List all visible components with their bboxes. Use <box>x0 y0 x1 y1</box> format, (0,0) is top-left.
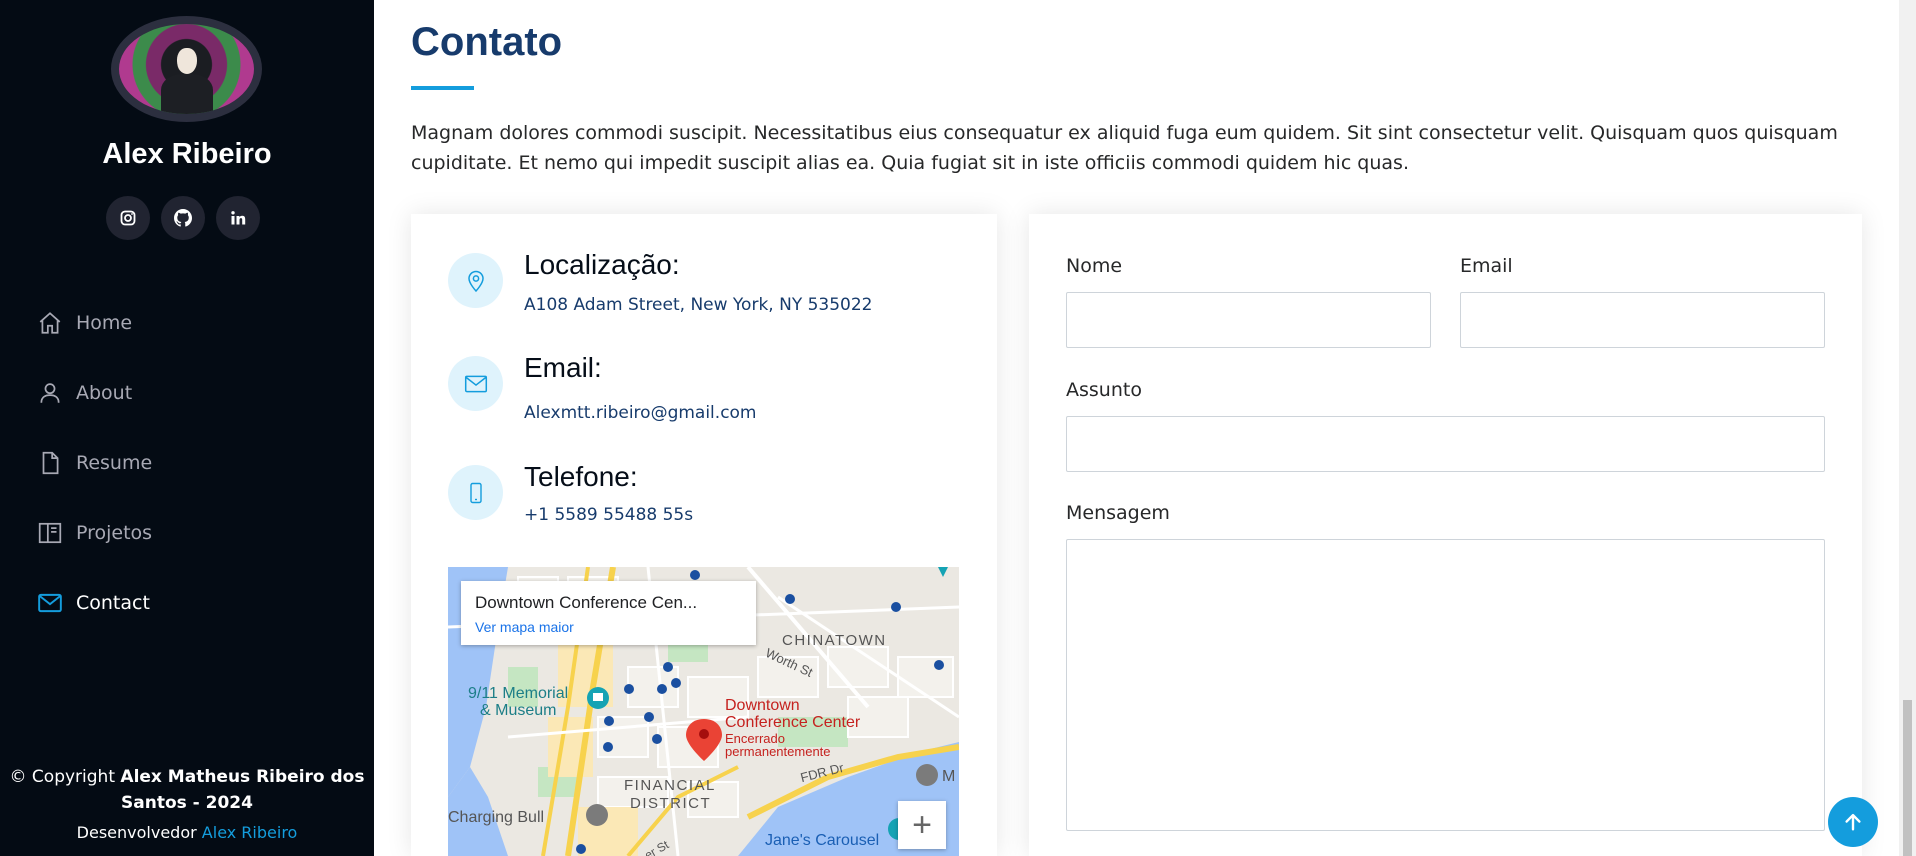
envelope-icon <box>448 356 503 411</box>
location-text: A108 Adam Street, New York, NY 535022 <box>524 295 873 315</box>
nav-label-contact: Contact <box>76 592 150 614</box>
map-place-card: Downtown Conference Cen... Ver mapa maio… <box>461 581 756 645</box>
file-icon <box>36 449 64 477</box>
developer-credit: Desenvolvedor Alex Ribeiro <box>0 820 374 846</box>
map-label-memorial-1: 9/11 Memorial <box>468 685 569 702</box>
email-field[interactable] <box>1460 292 1825 348</box>
nav-item-home[interactable]: Home <box>36 288 152 358</box>
nav-label-resume: Resume <box>76 452 153 474</box>
profile-name: Alex Ribeiro <box>102 138 272 170</box>
github-link[interactable] <box>161 196 205 240</box>
social-links <box>106 196 260 240</box>
email-text[interactable]: Alexmtt.ribeiro@gmail.com <box>524 403 757 423</box>
main-nav: Home About Resume Projetos Contact <box>36 288 152 638</box>
map-label-janes-carousel: Jane's Carousel <box>765 832 880 849</box>
nav-item-about[interactable]: About <box>36 358 152 428</box>
message-textarea[interactable] <box>1066 539 1825 831</box>
larger-map-link[interactable]: Ver mapa maior <box>475 619 742 635</box>
arrow-up-icon <box>1845 813 1861 831</box>
github-icon <box>174 209 192 227</box>
sidebar: Alex Ribeiro Home About Resume Projetos … <box>0 0 374 856</box>
nav-label-about: About <box>76 382 133 404</box>
developer-link[interactable]: Alex Ribeiro <box>202 823 298 842</box>
map-label-financial-2: DISTRICT <box>630 795 712 812</box>
map-label-pin-2: Conference Center <box>725 714 861 731</box>
linkedin-link[interactable] <box>216 196 260 240</box>
phone-text: +1 5589 55488 55s <box>524 505 694 525</box>
section-title: Contato <box>411 20 563 64</box>
map-label-charging-bull: Charging Bull <box>448 809 545 826</box>
instagram-icon <box>120 210 136 226</box>
contact-info-card: Localização: A108 Adam Street, New York,… <box>411 214 997 856</box>
subject-label: Assunto <box>1066 379 1142 401</box>
avatar <box>111 16 262 122</box>
email-title: Email: <box>524 352 602 383</box>
map-label-memorial-2: & Museum <box>480 702 557 719</box>
section-intro: Magnam dolores commodi suscipit. Necessi… <box>411 122 1838 174</box>
book-icon <box>36 519 64 547</box>
nav-label-home: Home <box>76 312 133 334</box>
map-place-name: Downtown Conference Cen... <box>475 593 698 612</box>
sidebar-footer: © Copyright Alex Matheus Ribeiro dos San… <box>0 764 374 846</box>
message-label: Mensagem <box>1066 502 1170 524</box>
scrollbar-thumb[interactable] <box>1903 700 1912 856</box>
copyright-prefix: © Copyright <box>9 767 115 787</box>
map-label-financial-1: FINANCIAL <box>624 777 716 794</box>
location-title: Localização: <box>524 249 680 280</box>
back-to-top-button[interactable] <box>1828 797 1878 847</box>
phone-title: Telefone: <box>524 461 638 492</box>
instagram-link[interactable] <box>106 196 150 240</box>
nav-label-projetos: Projetos <box>76 522 153 544</box>
envelope-icon <box>36 589 64 617</box>
nav-item-resume[interactable]: Resume <box>36 428 152 498</box>
location-pin-icon <box>448 253 503 308</box>
copyright-owner: Alex Matheus Ribeiro dos Santos - 2024 <box>120 767 365 813</box>
subject-field[interactable] <box>1066 416 1825 472</box>
page-scrollbar[interactable] <box>1899 0 1916 856</box>
nav-item-projetos[interactable]: Projetos <box>36 498 152 568</box>
name-field[interactable] <box>1066 292 1431 348</box>
linkedin-icon <box>231 211 246 225</box>
map-label-pin-1: Downtown <box>725 697 800 714</box>
map-label-pin-4: permanentemente <box>725 744 831 759</box>
email-label: Email <box>1460 255 1513 277</box>
developer-prefix: Desenvolvedor <box>76 823 197 842</box>
home-icon <box>36 309 64 337</box>
name-label: Nome <box>1066 255 1123 277</box>
phone-icon <box>448 465 503 520</box>
copyright: © Copyright Alex Matheus Ribeiro dos San… <box>0 764 374 816</box>
contact-form: Nome Email Assunto Mensagem <box>1029 214 1862 856</box>
map-zoom-in-button[interactable]: + <box>898 801 946 849</box>
embedded-map[interactable]: Downtown Conference Cen... Ver mapa maio… <box>448 567 959 856</box>
nav-item-contact[interactable]: Contact <box>36 568 152 638</box>
title-underline <box>411 86 474 90</box>
person-icon <box>36 379 64 407</box>
map-label-chinatown: CHINATOWN <box>782 632 887 649</box>
map-label-m: M <box>942 768 956 785</box>
